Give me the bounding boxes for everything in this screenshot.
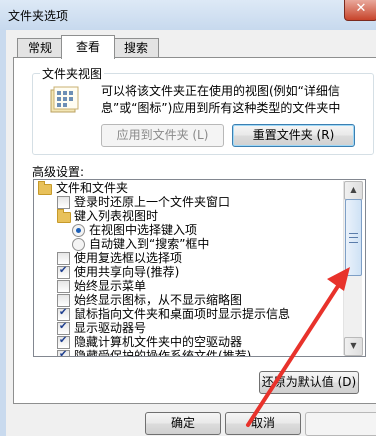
list-item-label: 在视图中选择键入项 <box>89 223 198 237</box>
radio-button[interactable] <box>72 238 85 251</box>
checkbox[interactable] <box>57 280 70 293</box>
list-item-label: 登录时还原上一个文件夹窗口 <box>74 195 231 209</box>
description-line: 可以将该文件夹正在使用的视图(例如“详细信 <box>101 84 340 98</box>
list-item-label: 键入列表视图时 <box>74 209 159 223</box>
advanced-settings-label: 高级设置: <box>32 165 85 179</box>
scroll-up-icon[interactable]: ▲ <box>344 181 363 200</box>
close-button[interactable]: ✕ <box>344 0 376 21</box>
folder-view-icon <box>50 86 79 113</box>
folder-icon <box>57 209 71 223</box>
description-line: 息”或“图标”)应用到所有这种类型的文件夹中 <box>101 101 341 115</box>
apply-to-folders-button[interactable]: 应用到文件夹 (L) <box>101 124 224 147</box>
folder-view-label: 文件夹视图 <box>40 65 105 82</box>
annotation-arrow-icon <box>246 267 350 427</box>
radio-button[interactable] <box>72 224 85 237</box>
list-item-label: 显示驱动器号 <box>74 321 147 335</box>
tab-general[interactable]: 常规 <box>17 38 63 58</box>
folder-icon <box>38 181 52 195</box>
checkbox[interactable] <box>57 348 70 356</box>
tab-view[interactable]: 查看 <box>61 35 115 59</box>
grip-icon <box>349 233 358 243</box>
reset-folders-button[interactable]: 重置文件夹 (R) <box>232 124 355 147</box>
list-item-label: 文件和文件夹 <box>56 181 129 195</box>
checkbox[interactable] <box>57 264 70 279</box>
tab-search[interactable]: 搜索 <box>113 38 159 58</box>
window-title: 文件夹选项 <box>8 9 69 23</box>
list-item-label: 使用共享向导(推荐) <box>74 265 180 279</box>
list-item-label: 使用复选框以选择项 <box>74 251 183 265</box>
list-item-label: 始终显示菜单 <box>74 279 147 293</box>
checkbox[interactable] <box>57 196 70 209</box>
list-item-label: 自动键入到“搜索”框中 <box>89 237 210 251</box>
